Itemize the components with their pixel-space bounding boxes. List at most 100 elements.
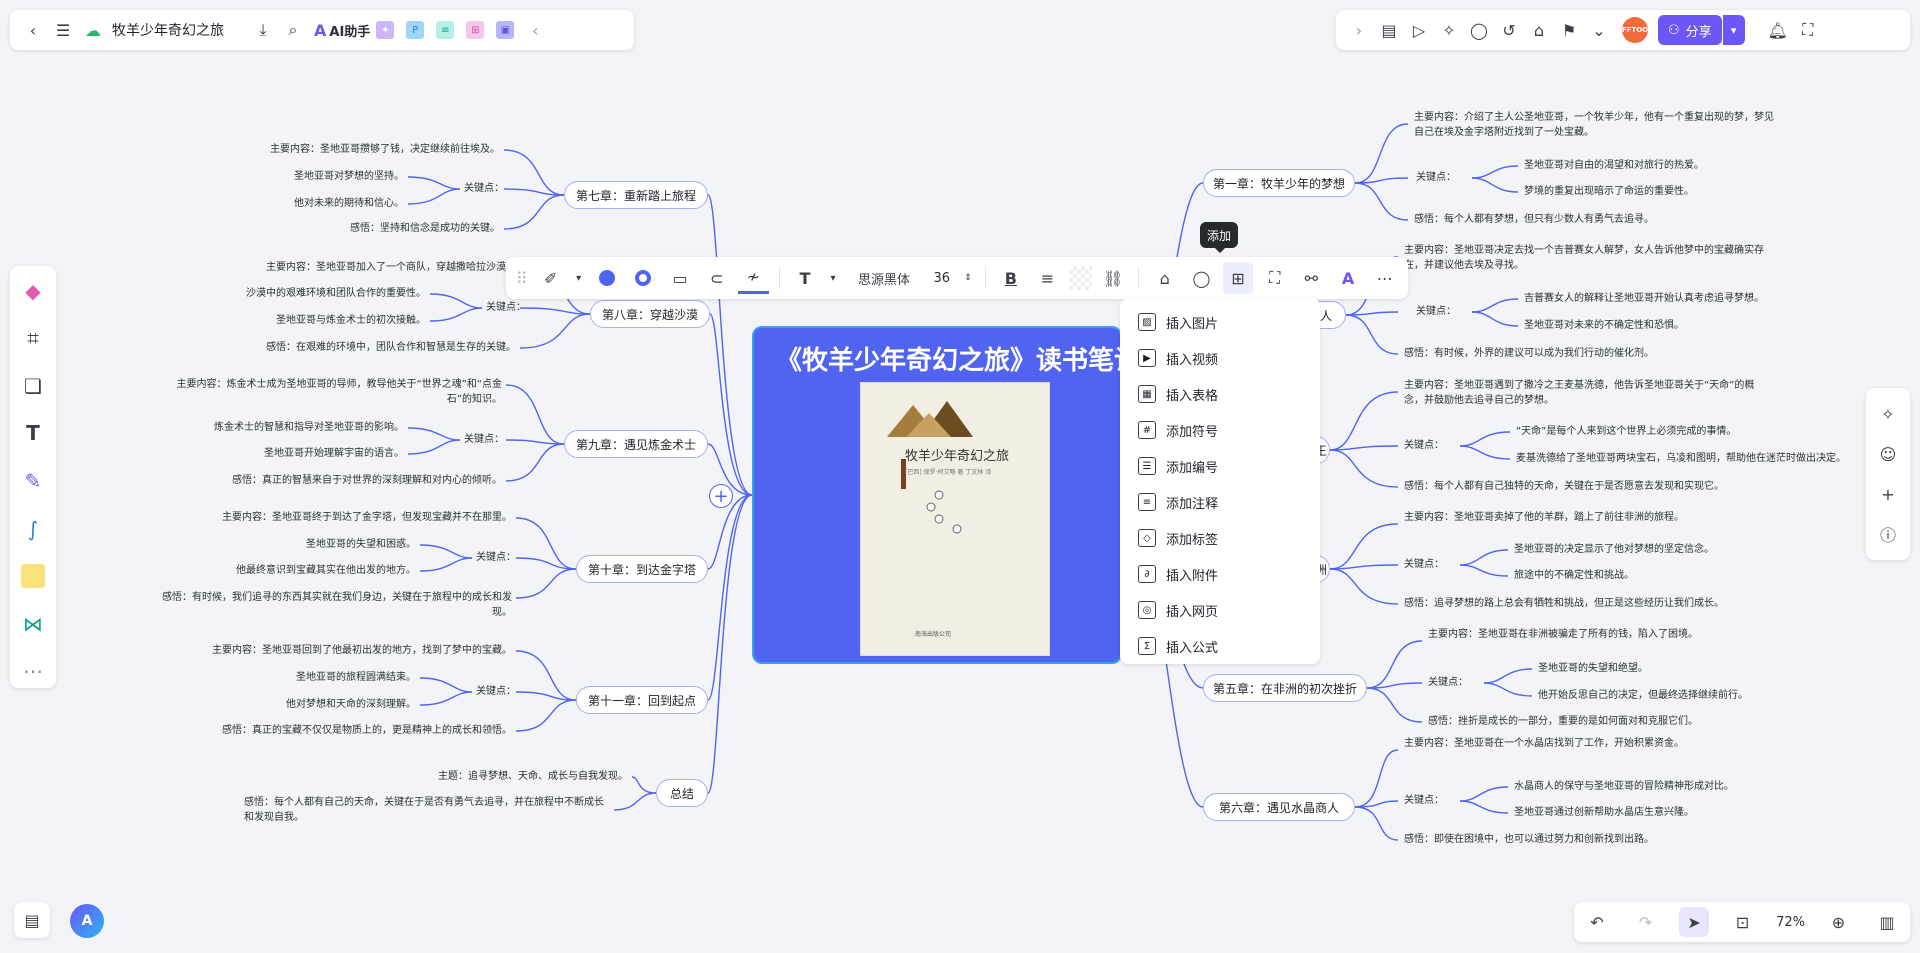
- key-points-label: 关键点：: [464, 434, 504, 445]
- key-points-label: 关键点：: [464, 183, 504, 194]
- line-style-icon[interactable]: ≁: [738, 262, 769, 294]
- flag-icon[interactable]: ⚑: [1554, 15, 1584, 45]
- menu-item-0[interactable]: ▨ 插入图片: [1120, 304, 1320, 340]
- undo-icon[interactable]: ↶: [1582, 907, 1612, 937]
- share-button[interactable]: ⚇ 分享: [1658, 15, 1722, 45]
- font-size-input[interactable]: 36: [928, 271, 955, 286]
- more-tools-icon[interactable]: ⋯: [16, 655, 50, 689]
- share-dropdown-icon[interactable]: ▾: [1722, 15, 1745, 45]
- relation-icon[interactable]: ⚯: [1296, 262, 1327, 294]
- history-icon[interactable]: ↺: [1494, 15, 1524, 45]
- chevron-down-icon[interactable]: ▾: [826, 262, 839, 294]
- key-point-text: 圣地亚哥的失望和绝望。: [1538, 663, 1648, 674]
- align-icon[interactable]: ≡: [1032, 262, 1063, 294]
- central-topic[interactable]: 《牧羊少年奇幻之旅》读书笔记 牧羊少年奇幻之旅 [巴西] 保罗·柯艾略 著 丁文…: [752, 326, 1140, 664]
- shape-icon[interactable]: ❏: [16, 369, 50, 403]
- celebrate-icon[interactable]: ✧: [1434, 15, 1464, 45]
- drag-handle-icon[interactable]: ⠿: [514, 262, 529, 294]
- chevron-down-icon[interactable]: ▾: [572, 262, 585, 294]
- expand-icon[interactable]: ›: [1344, 15, 1374, 45]
- pointer-icon[interactable]: ➤: [1679, 907, 1710, 937]
- pen-icon[interactable]: ✎: [16, 464, 50, 498]
- menu-item-3[interactable]: # 添加符号: [1120, 412, 1320, 448]
- magic-icon[interactable]: ✧: [1873, 399, 1903, 429]
- summary-node[interactable]: 总结: [656, 779, 708, 807]
- info-icon[interactable]: ⓘ: [1873, 519, 1903, 549]
- notification-icon[interactable]: 🔔︎: [1763, 15, 1793, 45]
- document-title[interactable]: 牧羊少年奇幻之旅: [112, 20, 224, 40]
- book-cover-image[interactable]: 牧羊少年奇幻之旅 [巴西] 保罗·柯艾略 著 丁文林 译 南海出版公司: [860, 382, 1050, 656]
- branch-style-icon[interactable]: ⊂: [701, 262, 732, 294]
- menu-item-7[interactable]: ∂ 插入附件: [1120, 556, 1320, 592]
- layout-icon[interactable]: ⛶: [1259, 262, 1290, 294]
- key-point-text: 旅途中的不确定性和挑战。: [1514, 570, 1634, 581]
- connector-icon[interactable]: ∫: [16, 512, 50, 546]
- menu-item-1[interactable]: ▶ 插入视频: [1120, 340, 1320, 376]
- menu-item-2[interactable]: ▦ 插入表格: [1120, 376, 1320, 412]
- central-topic-title[interactable]: 《牧羊少年奇幻之旅》读书笔记: [776, 340, 1140, 377]
- fullscreen-icon[interactable]: ⛶: [1793, 15, 1823, 45]
- emoji-icon[interactable]: ☺: [1873, 439, 1903, 469]
- fit-screen-icon[interactable]: ⊡: [1728, 907, 1758, 937]
- chapter-node[interactable]: 第一章：牧羊少年的梦想: [1203, 169, 1355, 197]
- search-icon[interactable]: ⌕: [278, 15, 308, 45]
- text-icon[interactable]: T: [16, 417, 50, 451]
- template-icon[interactable]: ▤: [1374, 15, 1404, 45]
- frame-icon[interactable]: ⌗: [16, 322, 50, 356]
- ai-icon[interactable]: A: [1333, 262, 1364, 294]
- avatar[interactable]: FFTOO: [1622, 17, 1648, 43]
- outline-icon[interactable]: ▤: [14, 902, 50, 938]
- menu-item-6[interactable]: ◇ 添加标签: [1120, 520, 1320, 556]
- shape-outline-icon[interactable]: ▭: [665, 262, 696, 294]
- bold-icon[interactable]: B: [996, 262, 1027, 294]
- zoom-in-icon[interactable]: ⊕: [1823, 907, 1853, 937]
- chat-app-icon[interactable]: ▣: [496, 21, 515, 39]
- back-icon[interactable]: ‹: [18, 15, 48, 45]
- sticky-note-icon[interactable]: [16, 559, 50, 593]
- flowchart-app-icon[interactable]: ⊞: [466, 21, 485, 39]
- template-library-icon[interactable]: ◆: [16, 274, 50, 308]
- add-icon[interactable]: +: [1873, 479, 1903, 509]
- chapter-node[interactable]: 第十一章：回到起点: [576, 686, 708, 714]
- font-family-select[interactable]: 思源黑体: [846, 269, 923, 288]
- add-icon[interactable]: ⊞: [1222, 262, 1254, 294]
- menu-icon[interactable]: ☰: [48, 15, 78, 45]
- menu-item-9[interactable]: Σ 插入公式: [1120, 628, 1320, 664]
- chapter-node[interactable]: 第十章：到达金字塔: [576, 555, 708, 583]
- main-content-text: 主要内容：圣地亚哥攒够了钱，决定继续前往埃及。: [270, 144, 500, 155]
- format-painter-icon[interactable]: ⌂: [1149, 262, 1180, 294]
- chapter-node[interactable]: 第七章：重新踏上旅程: [564, 181, 708, 209]
- comment-icon[interactable]: ◯: [1186, 262, 1217, 294]
- redo-icon[interactable]: ↷: [1631, 907, 1661, 937]
- text-style-icon[interactable]: T: [790, 262, 821, 294]
- chapter-node[interactable]: 第五章：在非洲的初次挫折: [1203, 674, 1367, 702]
- vote-icon[interactable]: ⌂: [1524, 15, 1554, 45]
- more-down-icon[interactable]: ⌄: [1584, 15, 1614, 45]
- minimap-icon[interactable]: ▥: [1872, 907, 1902, 937]
- ppt-icon[interactable]: P: [406, 21, 425, 39]
- menu-item-4[interactable]: ☰ 添加编号: [1120, 448, 1320, 484]
- menu-item-5[interactable]: ≡ 添加注释: [1120, 484, 1320, 520]
- style-brush-icon[interactable]: ✐: [535, 262, 566, 294]
- mindmap-app-icon[interactable]: ≡: [436, 21, 455, 39]
- add-node-button[interactable]: +: [709, 484, 733, 508]
- mindmap-tool-icon[interactable]: ⋈: [16, 607, 50, 641]
- transparency-icon[interactable]: [1068, 266, 1092, 290]
- ai-assistant-button[interactable]: A AI助手: [314, 21, 370, 40]
- zoom-level[interactable]: 72%: [1776, 915, 1805, 930]
- menu-item-8[interactable]: ◎ 插入网页: [1120, 592, 1320, 628]
- collapse-icon[interactable]: ‹: [520, 15, 550, 45]
- chapter-node[interactable]: 第六章：遇见水晶商人: [1203, 793, 1355, 821]
- play-icon[interactable]: ▷: [1404, 15, 1434, 45]
- link-icon[interactable]: ⛓: [1098, 262, 1129, 294]
- fill-color-button[interactable]: [591, 262, 622, 294]
- comment-icon[interactable]: ◯: [1464, 15, 1494, 45]
- more-icon[interactable]: ⋯: [1369, 262, 1400, 294]
- chapter-node[interactable]: 第九章：遇见炼金术士: [564, 430, 708, 458]
- font-size-stepper-icon[interactable]: ⇕: [961, 262, 974, 294]
- ai-float-icon[interactable]: A: [70, 904, 104, 938]
- border-color-button[interactable]: [628, 262, 659, 294]
- chapter-node[interactable]: 第八章：穿越沙漠: [590, 300, 710, 328]
- download-icon[interactable]: ⤓: [248, 15, 278, 45]
- image-gen-icon[interactable]: ✦: [376, 21, 395, 39]
